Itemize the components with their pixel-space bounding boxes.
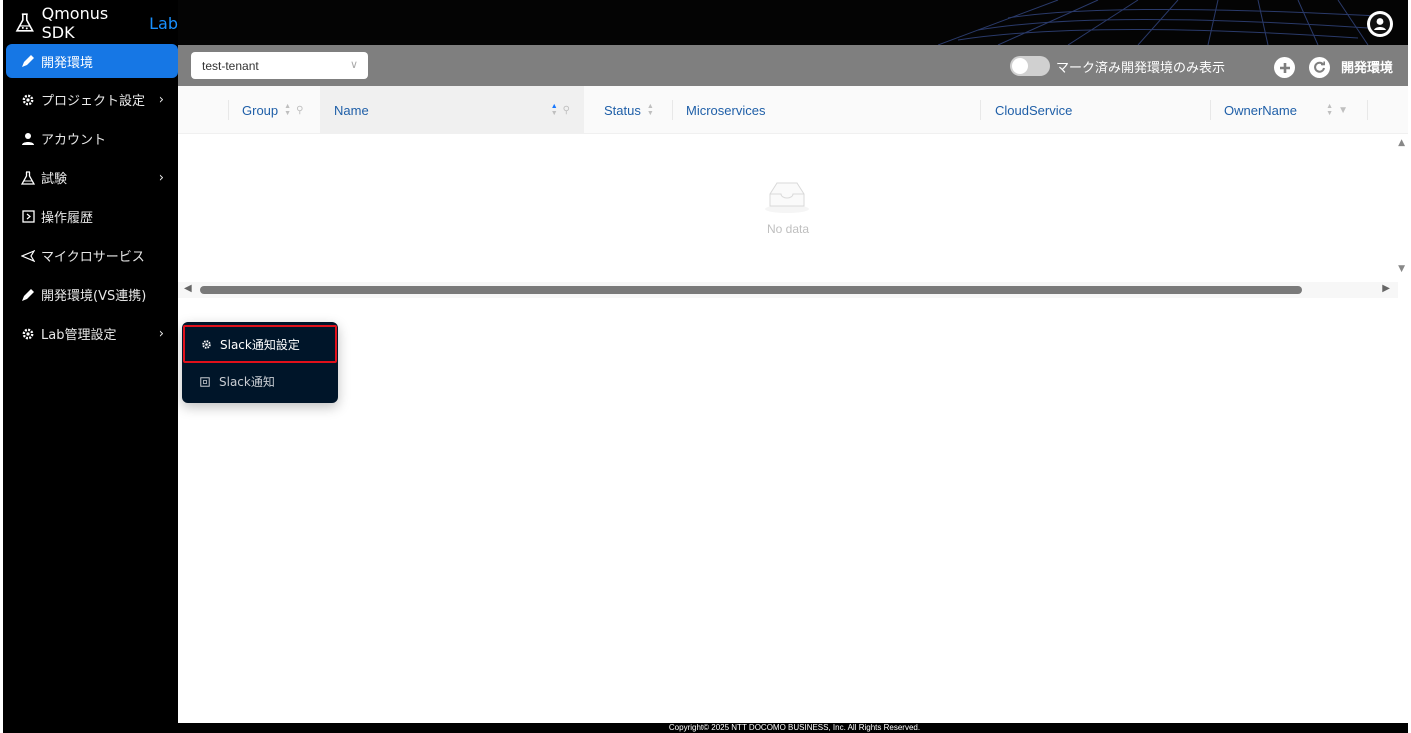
sidebar-item-label: 開発環境(VS連携) <box>41 289 147 304</box>
sidebar-nav: 開発環境 プロジェクト設定 › アカウント 試験 › 操作履歴 マイクロサービス… <box>6 44 178 353</box>
flask-icon <box>21 170 35 185</box>
pen-icon <box>21 288 35 302</box>
sidebar-item-microservices[interactable]: マイクロサービス <box>6 236 178 275</box>
plus-icon <box>1279 62 1290 73</box>
column-divider <box>1210 100 1211 120</box>
refresh-button[interactable] <box>1309 57 1330 78</box>
sidebar-item-label: 操作履歴 <box>41 211 94 226</box>
user-avatar[interactable] <box>1367 11 1393 37</box>
top-header <box>178 0 1411 45</box>
sidebar-item-label: 開発環境 <box>41 55 94 71</box>
gear-icon <box>200 339 212 350</box>
column-title: OwnerName <box>1224 102 1297 118</box>
sidebar-item-label: Lab管理設定 <box>41 328 117 343</box>
toggle-knob <box>1012 58 1028 74</box>
app-root: Qmonus SDK Lab 開発環境 プロジェクト設定 › アカウント 試験 … <box>0 0 1411 733</box>
scroll-right-arrow[interactable]: ▶ <box>1382 283 1390 294</box>
sort-icon[interactable]: ▲ ▼ <box>647 103 654 117</box>
sidebar-item-dev-env-vs[interactable]: 開発環境(VS連携) <box>6 275 178 314</box>
column-title: Group <box>242 102 279 118</box>
column-divider <box>980 100 981 120</box>
sort-icon[interactable]: ▲ ▼ <box>551 103 558 117</box>
empty-inbox-icon <box>765 182 809 213</box>
chevron-down-icon: ∨ <box>349 59 358 71</box>
sidebar-item-account[interactable]: アカウント <box>6 119 178 158</box>
sidebar-item-label: プロジェクト設定 <box>41 94 146 109</box>
column-title: Name <box>334 102 369 118</box>
tenant-value: test-tenant <box>202 58 259 73</box>
add-button[interactable] <box>1274 57 1295 78</box>
column-header-cloudservice: CloudService <box>980 86 1210 134</box>
scroll-down-arrow[interactable]: ▼ <box>1398 264 1405 274</box>
notice-icon <box>199 376 211 387</box>
sidebar-item-label: アカウント <box>41 133 107 148</box>
history-icon <box>21 210 35 224</box>
sidebar-item-lab-settings[interactable]: Lab管理設定 › <box>6 314 178 353</box>
column-divider <box>1367 100 1368 120</box>
chevron-right-icon: › <box>158 170 164 185</box>
sidebar-item-test[interactable]: 試験 › <box>6 158 178 197</box>
submenu-item-slack-settings[interactable]: Slack通知設定 <box>183 325 337 363</box>
column-title: Status <box>604 102 641 118</box>
submenu-item-label: Slack通知設定 <box>220 337 300 352</box>
scroll-left-arrow[interactable]: ◀ <box>184 283 192 294</box>
column-header-group[interactable]: Group ▲ ▼ ⚲ <box>228 86 320 134</box>
brand-name: Qmonus SDK <box>41 4 109 42</box>
column-header-microservices: Microservices <box>672 86 980 134</box>
send-icon <box>21 249 35 263</box>
table-header: Group ▲ ▼ ⚲ Name ▲ ▼ ⚲ Status ▲ ▼ Microserv… <box>178 86 1411 134</box>
pen-icon <box>21 54 35 68</box>
column-header-name[interactable]: Name ▲ ▼ ⚲ <box>320 86 584 134</box>
lab-settings-submenu: Slack通知設定 Slack通知 <box>182 322 338 403</box>
tenant-select[interactable]: test-tenant ∨ <box>191 52 368 79</box>
marked-only-label: マーク済み開発環境のみ表示 <box>1056 61 1226 76</box>
sidebar-item-history[interactable]: 操作履歴 <box>6 197 178 236</box>
user-icon <box>21 132 35 146</box>
search-icon[interactable]: ⚲ <box>563 105 570 116</box>
horizontal-scrollbar[interactable]: ◀ ▶ <box>178 282 1398 298</box>
sidebar-item-dev-env[interactable]: 開発環境 <box>6 44 178 78</box>
sort-icon[interactable]: ▲ ▼ <box>284 103 291 117</box>
dev-env-label: 開発環境 <box>1341 61 1394 76</box>
sidebar-item-label: マイクロサービス <box>41 250 145 265</box>
scrollbar-thumb[interactable] <box>200 286 1302 294</box>
column-title: Microservices <box>686 102 766 118</box>
chevron-right-icon: › <box>158 326 164 341</box>
brand-suffix: Lab <box>149 13 178 33</box>
submenu-item-label: Slack通知 <box>219 375 275 389</box>
gear-icon <box>21 93 35 107</box>
spiderweb-decoration <box>938 0 1378 45</box>
search-icon[interactable]: ⚲ <box>296 105 303 116</box>
footer-copyright: Copyright© 2025 NTT DOCOMO BUSINESS, Inc… <box>178 723 1411 733</box>
sidebar: Qmonus SDK Lab 開発環境 プロジェクト設定 › アカウント 試験 … <box>0 0 178 733</box>
empty-text: No data <box>766 222 810 236</box>
submenu-item-slack-notice[interactable]: Slack通知 <box>182 363 338 400</box>
column-divider <box>228 100 229 120</box>
marked-only-toggle[interactable] <box>1010 56 1050 76</box>
gear-icon <box>21 327 35 341</box>
flask-icon <box>15 13 34 32</box>
sidebar-item-project-settings[interactable]: プロジェクト設定 › <box>6 80 178 119</box>
table-body: No data ▲ ▼ <box>178 134 1411 282</box>
sidebar-item-label: 試験 <box>41 172 68 187</box>
brand-logo[interactable]: Qmonus SDK Lab <box>15 4 178 42</box>
column-header-ownername[interactable]: OwnerName ▲ ▼ ▼ <box>1210 86 1368 134</box>
refresh-icon <box>1314 61 1325 73</box>
filter-icon[interactable]: ▼ <box>1338 105 1348 116</box>
column-title: CloudService <box>995 102 1073 118</box>
user-icon <box>1370 14 1390 34</box>
sort-icon[interactable]: ▲ ▼ <box>1326 103 1333 117</box>
filter-bar: test-tenant ∨ マーク済み開発環境のみ表示 開発環境 <box>178 45 1411 86</box>
column-header-status[interactable]: Status ▲ ▼ <box>584 86 672 134</box>
scroll-up-arrow[interactable]: ▲ <box>1398 138 1405 148</box>
chevron-right-icon: › <box>158 92 164 107</box>
column-divider <box>672 100 673 120</box>
